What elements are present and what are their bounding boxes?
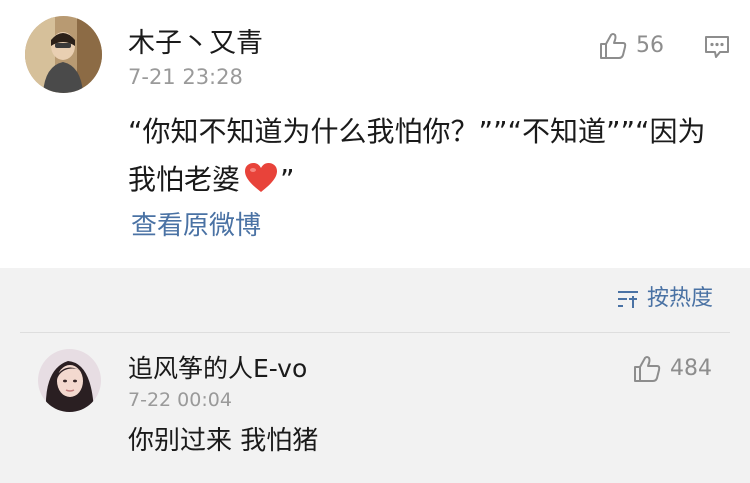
avatar[interactable] [25, 16, 102, 93]
timestamp: 7-21 23:28 [128, 65, 243, 89]
reply-avatar[interactable] [38, 349, 101, 412]
like-count: 56 [636, 33, 664, 58]
reply-timestamp: 7-22 00:04 [128, 389, 232, 411]
reply-text: 你别过来 我怕猪 [128, 426, 319, 456]
reply-username[interactable]: 追风筝的人E-vo [128, 356, 307, 381]
comment-text: “你知不知道为什么我怕你？””“不知道””“因为 我怕老婆 ” [128, 108, 728, 209]
comment-text-part: ” [280, 163, 295, 196]
thumbs-up-icon [600, 33, 627, 59]
divider [20, 332, 730, 333]
reply-like-count: 484 [670, 356, 712, 381]
heart-emoji-icon [244, 161, 278, 209]
like-button[interactable]: 56 [598, 31, 664, 61]
reply-like-button[interactable]: 484 [632, 354, 712, 384]
comments-page: 木子丶又青 7-21 23:28 56 “你知不知道为什么我怕你？””“不知道”… [0, 0, 750, 483]
username[interactable]: 木子丶又青 [128, 30, 263, 57]
sort-label: 按热度 [647, 286, 714, 311]
main-comment-card: 木子丶又青 7-21 23:28 56 “你知不知道为什么我怕你？””“不知道”… [0, 0, 750, 268]
comment-text-part: 我怕老婆 [128, 163, 241, 196]
comment-text-line-2: 我怕老婆 ” [128, 156, 728, 209]
thumbs-up-icon [634, 356, 661, 382]
sort-by-hot-button[interactable]: 按热度 [617, 288, 713, 310]
comment-text-line-1: “你知不知道为什么我怕你？””“不知道””“因为 [128, 115, 706, 148]
view-original-link[interactable]: 查看原微博 [131, 213, 261, 239]
sort-icon [618, 291, 638, 308]
comment-icon[interactable] [703, 33, 731, 65]
